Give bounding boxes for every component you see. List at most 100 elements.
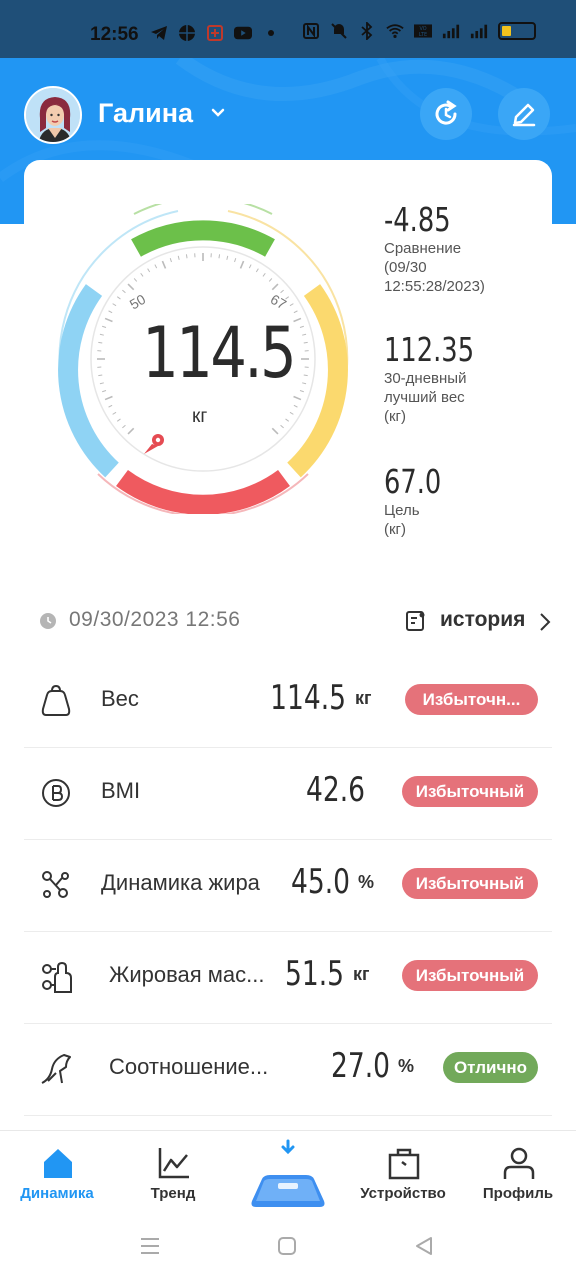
metric-value: 27.0 xyxy=(330,1046,390,1086)
stat-goal: 67.0 Цель (кг) xyxy=(384,462,457,539)
nav-label: Тренд xyxy=(150,1185,196,1202)
status-left-icons xyxy=(150,24,280,42)
gauge-tick xyxy=(98,374,103,377)
gauge-tick xyxy=(122,424,126,429)
stat-best-weight: 112.35 30-дневный лучший вес (кг) xyxy=(384,330,499,426)
gauge-tick xyxy=(248,264,252,269)
metric-row-fat-mass[interactable]: Жировая мас... 51.5 кг Избыточный xyxy=(24,932,552,1024)
system-nav-bar xyxy=(0,1216,576,1280)
gauge-tick xyxy=(161,260,167,269)
metric-row-weight[interactable]: Вес 114.5 кг Избыточн... xyxy=(24,656,552,748)
gauge-tick xyxy=(289,303,294,307)
gauge-tick xyxy=(280,424,284,429)
history-icon[interactable] xyxy=(404,609,428,633)
metric-row-fat-dynamics[interactable]: Динамика жира 45.0 % Избыточный xyxy=(24,840,552,932)
gauge-tick xyxy=(108,404,113,408)
weight-card: 50 67 114.5 кг -4.85 Сравнение (09/30 12… xyxy=(24,160,552,580)
refresh-button[interactable] xyxy=(420,88,472,140)
fat-dynamics-icon xyxy=(42,871,69,898)
metric-value: 42.6 xyxy=(305,770,365,810)
bottom-nav: Динамика Тренд Устройство Профиль xyxy=(0,1130,576,1216)
basketball-icon xyxy=(178,24,196,42)
gauge-tick xyxy=(226,255,229,260)
mute-icon xyxy=(330,22,348,40)
bmi-icon xyxy=(42,779,70,807)
stat-comparison-label: Сравнение (09/30 12:55:28/2023) xyxy=(384,240,485,295)
status-badge: Избыточный xyxy=(402,776,538,807)
edit-button[interactable] xyxy=(498,88,550,140)
telegram-icon xyxy=(150,24,168,42)
chevron-down-icon[interactable] xyxy=(210,104,226,120)
refresh-icon xyxy=(435,100,457,125)
gauge-tick xyxy=(293,317,302,323)
gauge-tick xyxy=(98,341,103,344)
gauge-tick xyxy=(293,395,302,401)
nav-tab-dynamics[interactable]: Динамика xyxy=(2,1131,112,1217)
nav-tab-device[interactable]: Устройство xyxy=(348,1131,458,1217)
username[interactable]: Галина xyxy=(98,98,193,129)
gauge-tick xyxy=(108,310,113,314)
stat-goal-label: Цель (кг) xyxy=(384,502,420,538)
profile-icon xyxy=(503,1147,535,1179)
gauge-tick xyxy=(140,272,144,277)
gauge-tick xyxy=(104,317,113,323)
gauge-tick-high: 67 xyxy=(268,291,290,313)
signal-icon xyxy=(470,22,488,40)
back-icon[interactable] xyxy=(414,1236,434,1256)
nfc-icon xyxy=(302,22,320,40)
current-weight-unit: кг xyxy=(192,406,208,427)
chevron-right-icon[interactable] xyxy=(538,612,552,632)
gauge-tick xyxy=(303,341,308,344)
gauge-tick-low: 50 xyxy=(127,291,149,313)
metric-unit: кг xyxy=(355,688,372,708)
weight-icon xyxy=(41,684,71,716)
wifi-icon xyxy=(386,22,404,40)
gauge-tick xyxy=(133,278,138,282)
gauge-tick xyxy=(127,283,135,291)
gauge-tick xyxy=(299,390,304,393)
gauge-tick xyxy=(268,278,273,282)
status-badge: Отлично xyxy=(443,1052,538,1083)
avatar[interactable] xyxy=(24,86,82,144)
home-square-icon[interactable] xyxy=(277,1236,297,1256)
gauge-tick xyxy=(218,254,221,259)
history-link[interactable]: история xyxy=(440,608,525,632)
home-icon xyxy=(44,1149,72,1178)
gauge-tick xyxy=(262,272,266,277)
metric-row-bmi[interactable]: BMI 42.6 Избыточный xyxy=(24,748,552,840)
gauge-tick xyxy=(169,258,172,263)
measurement-datetime: 09/30/2023 12:56 xyxy=(69,608,241,631)
gauge-tick xyxy=(303,374,308,377)
status-badge: Избыточн... xyxy=(405,684,538,715)
gauge-tick xyxy=(271,427,279,435)
current-weight: 114.5 xyxy=(142,312,296,394)
scale-measure-button[interactable] xyxy=(246,1139,330,1211)
nav-tab-trend[interactable]: Тренд xyxy=(118,1131,228,1217)
dot-icon xyxy=(262,24,280,42)
metric-name: BMI xyxy=(101,778,141,803)
ratio-icon xyxy=(41,1054,71,1084)
app-root: 12:56 VO LTE Галина 50 67 114.5 кг -4.85… xyxy=(0,0,576,1280)
stat-best-weight-label: 30-дневный лучший вес (кг) xyxy=(384,370,467,425)
menu-icon[interactable] xyxy=(140,1236,160,1256)
measurement-date-row: 09/30/2023 12:56 история xyxy=(40,604,556,638)
gauge-tick xyxy=(285,418,290,422)
gauge-tick xyxy=(293,310,298,314)
nav-label: Профиль xyxy=(482,1185,554,1202)
gauge-tick xyxy=(147,268,151,273)
clock-icon xyxy=(40,613,56,629)
gauge-tick xyxy=(102,325,107,328)
gauge-tick xyxy=(104,395,113,401)
gauge-tick xyxy=(154,264,158,269)
gauge-tick xyxy=(102,390,107,393)
youtube-icon xyxy=(234,24,252,42)
stat-comparison: -4.85 Сравнение (09/30 12:55:28/2023) xyxy=(384,200,485,296)
svg-text:LTE: LTE xyxy=(419,32,427,38)
app-icon xyxy=(206,24,224,42)
gauge-tick xyxy=(116,418,121,422)
metric-row-ratio[interactable]: Соотношение... 27.0 % Отлично xyxy=(24,1024,552,1116)
signal-icon xyxy=(442,22,460,40)
gauge-tick xyxy=(185,254,188,259)
gauge-tick xyxy=(127,427,135,435)
nav-tab-profile[interactable]: Профиль xyxy=(463,1131,573,1217)
